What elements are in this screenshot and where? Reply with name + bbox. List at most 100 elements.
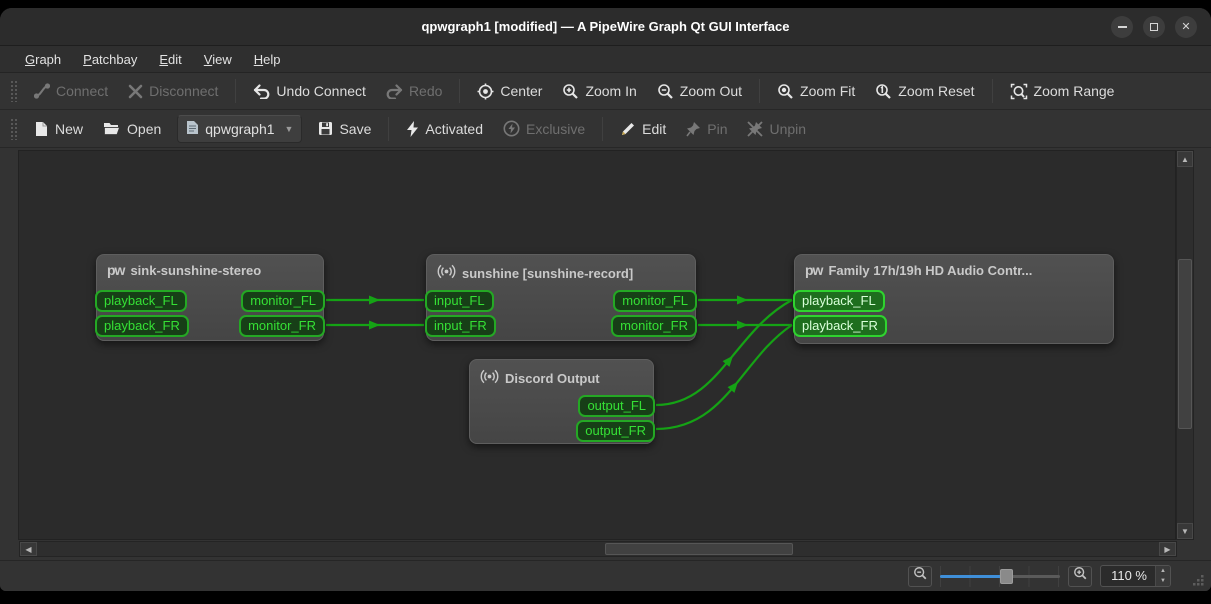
graph-canvas[interactable]: pw sink-sunshine-stereo playback_FL play… [18, 150, 1176, 540]
exclusive-toggle[interactable]: Exclusive [493, 114, 595, 143]
node-sink-sunshine-stereo[interactable]: pw sink-sunshine-stereo playback_FL play… [96, 254, 324, 341]
open-button[interactable]: Open [93, 115, 171, 143]
spin-up-icon[interactable]: ▲ [1156, 566, 1170, 576]
node-title: Family 17h/19h HD Audio Contr... [828, 263, 1032, 278]
stream-icon [480, 367, 499, 389]
undo-connect-button[interactable]: Undo Connect [243, 77, 376, 105]
disconnect-icon [128, 84, 143, 99]
zoom-in-icon [1073, 566, 1088, 586]
zoom-in-icon [562, 83, 579, 100]
toolbar-separator [759, 79, 760, 103]
graph-toolbar: Connect Disconnect Undo Connect Redo Cen… [0, 73, 1211, 110]
node-family-hd-audio[interactable]: pw Family 17h/19h HD Audio Contr... play… [794, 254, 1114, 344]
edit-button[interactable]: Edit [610, 115, 676, 143]
spin-down-icon[interactable]: ▼ [1156, 576, 1170, 586]
chevron-down-icon: ▼ [285, 124, 294, 134]
menu-help[interactable]: Help [243, 48, 292, 71]
menu-view[interactable]: View [193, 48, 243, 71]
port-monitor-fl[interactable]: monitor_FL [241, 290, 325, 312]
vertical-scrollbar[interactable]: ▲ ▼ [1176, 150, 1194, 540]
scroll-left-button[interactable]: ◀ [20, 542, 37, 556]
zoom-fit-icon [777, 83, 794, 100]
connect-icon [34, 83, 50, 99]
port-monitor-fr[interactable]: monitor_FR [611, 315, 697, 337]
minimize-button[interactable] [1111, 16, 1133, 38]
port-input-fr[interactable]: input_FR [425, 315, 496, 337]
open-folder-icon [103, 121, 121, 136]
node-header: Discord Output [470, 360, 653, 389]
zoom-percent-spinbox[interactable]: 110 % ▲ ▼ [1100, 565, 1171, 587]
node-discord-output[interactable]: Discord Output output_FL output_FR [469, 359, 654, 444]
minimize-icon [1118, 26, 1127, 28]
titlebar: qpwgraph1 [modified] — A PipeWire Graph … [0, 8, 1211, 46]
pin-button[interactable]: Pin [676, 115, 737, 143]
new-button[interactable]: New [24, 115, 93, 143]
redo-icon [386, 84, 403, 99]
activated-lightning-icon [406, 121, 419, 137]
activated-toggle[interactable]: Activated [396, 115, 493, 143]
port-monitor-fr[interactable]: monitor_FR [239, 315, 325, 337]
port-output-fl[interactable]: output_FL [578, 395, 655, 417]
exclusive-lightning-icon [503, 120, 520, 137]
toolbar-drag-handle[interactable] [10, 80, 18, 102]
zoom-slider[interactable] [940, 566, 1060, 587]
port-input-fl[interactable]: input_FL [425, 290, 494, 312]
zoom-reset-icon [875, 83, 892, 100]
patchbay-file-name: qpwgraph1 [205, 121, 274, 137]
menu-graph[interactable]: Graph [14, 48, 72, 71]
port-playback-fr[interactable]: playback_FR [95, 315, 189, 337]
redo-button[interactable]: Redo [376, 77, 452, 105]
port-monitor-fl[interactable]: monitor_FL [613, 290, 697, 312]
zoom-percent-value[interactable]: 110 % [1101, 566, 1155, 586]
zoom-out-button[interactable]: Zoom Out [647, 77, 752, 106]
patchbay-file-combobox[interactable]: qpwgraph1 ▼ [177, 115, 302, 143]
port-output-fr[interactable]: output_FR [576, 420, 655, 442]
port-playback-fr[interactable]: playback_FR [793, 315, 887, 337]
center-button[interactable]: Center [467, 77, 552, 106]
vertical-scrollbar-thumb[interactable] [1178, 259, 1192, 429]
statusbar-zoom-in-button[interactable] [1068, 566, 1092, 587]
undo-icon [253, 84, 270, 99]
node-sunshine[interactable]: sunshine [sunshine-record] input_FL inpu… [426, 254, 696, 341]
horizontal-scrollbar-thumb[interactable] [605, 543, 793, 555]
menu-edit[interactable]: Edit [148, 48, 192, 71]
zoom-range-icon [1010, 83, 1028, 100]
node-title: sink-sunshine-stereo [130, 263, 261, 278]
graph-canvas-region: pw sink-sunshine-stereo playback_FL play… [18, 150, 1194, 556]
scroll-up-button[interactable]: ▲ [1177, 151, 1193, 167]
disconnect-button[interactable]: Disconnect [118, 77, 228, 105]
statusbar: 110 % ▲ ▼ [0, 560, 1211, 591]
patchbay-file-icon [186, 120, 199, 138]
zoom-reset-button[interactable]: Zoom Reset [865, 77, 984, 106]
scroll-down-button[interactable]: ▼ [1177, 523, 1193, 539]
unpin-icon [747, 121, 763, 137]
maximize-button[interactable] [1143, 16, 1165, 38]
zoom-fit-button[interactable]: Zoom Fit [767, 77, 865, 106]
save-button[interactable]: Save [308, 115, 381, 143]
port-playback-fl[interactable]: playback_FL [793, 290, 885, 312]
resize-grip[interactable] [1191, 573, 1205, 587]
zoom-range-button[interactable]: Zoom Range [1000, 77, 1125, 106]
toolbar-separator [602, 117, 603, 141]
zoom-out-icon [657, 83, 674, 100]
toolbar-drag-handle[interactable] [10, 118, 18, 140]
horizontal-scrollbar[interactable]: ◀ ▶ [19, 541, 1177, 557]
stream-icon [437, 262, 456, 284]
port-playback-fl[interactable]: playback_FL [95, 290, 187, 312]
slider-handle[interactable] [1000, 569, 1013, 584]
zoom-in-button[interactable]: Zoom In [552, 77, 646, 106]
statusbar-zoom-out-button[interactable] [908, 566, 932, 587]
app-window: qpwgraph1 [modified] — A PipeWire Graph … [0, 8, 1211, 591]
node-title: sunshine [sunshine-record] [462, 266, 633, 281]
spinbox-arrows[interactable]: ▲ ▼ [1155, 566, 1170, 586]
menubar: Graph Patchbay Edit View Help [0, 46, 1211, 73]
node-header: pw sink-sunshine-stereo [97, 255, 323, 278]
center-icon [477, 83, 494, 100]
menu-patchbay[interactable]: Patchbay [72, 48, 148, 71]
connect-button[interactable]: Connect [24, 77, 118, 105]
toolbar-separator [459, 79, 460, 103]
node-header: pw Family 17h/19h HD Audio Contr... [795, 255, 1113, 278]
unpin-button[interactable]: Unpin [737, 115, 816, 143]
close-button[interactable]: ✕ [1175, 16, 1197, 38]
scroll-right-button[interactable]: ▶ [1159, 542, 1176, 556]
